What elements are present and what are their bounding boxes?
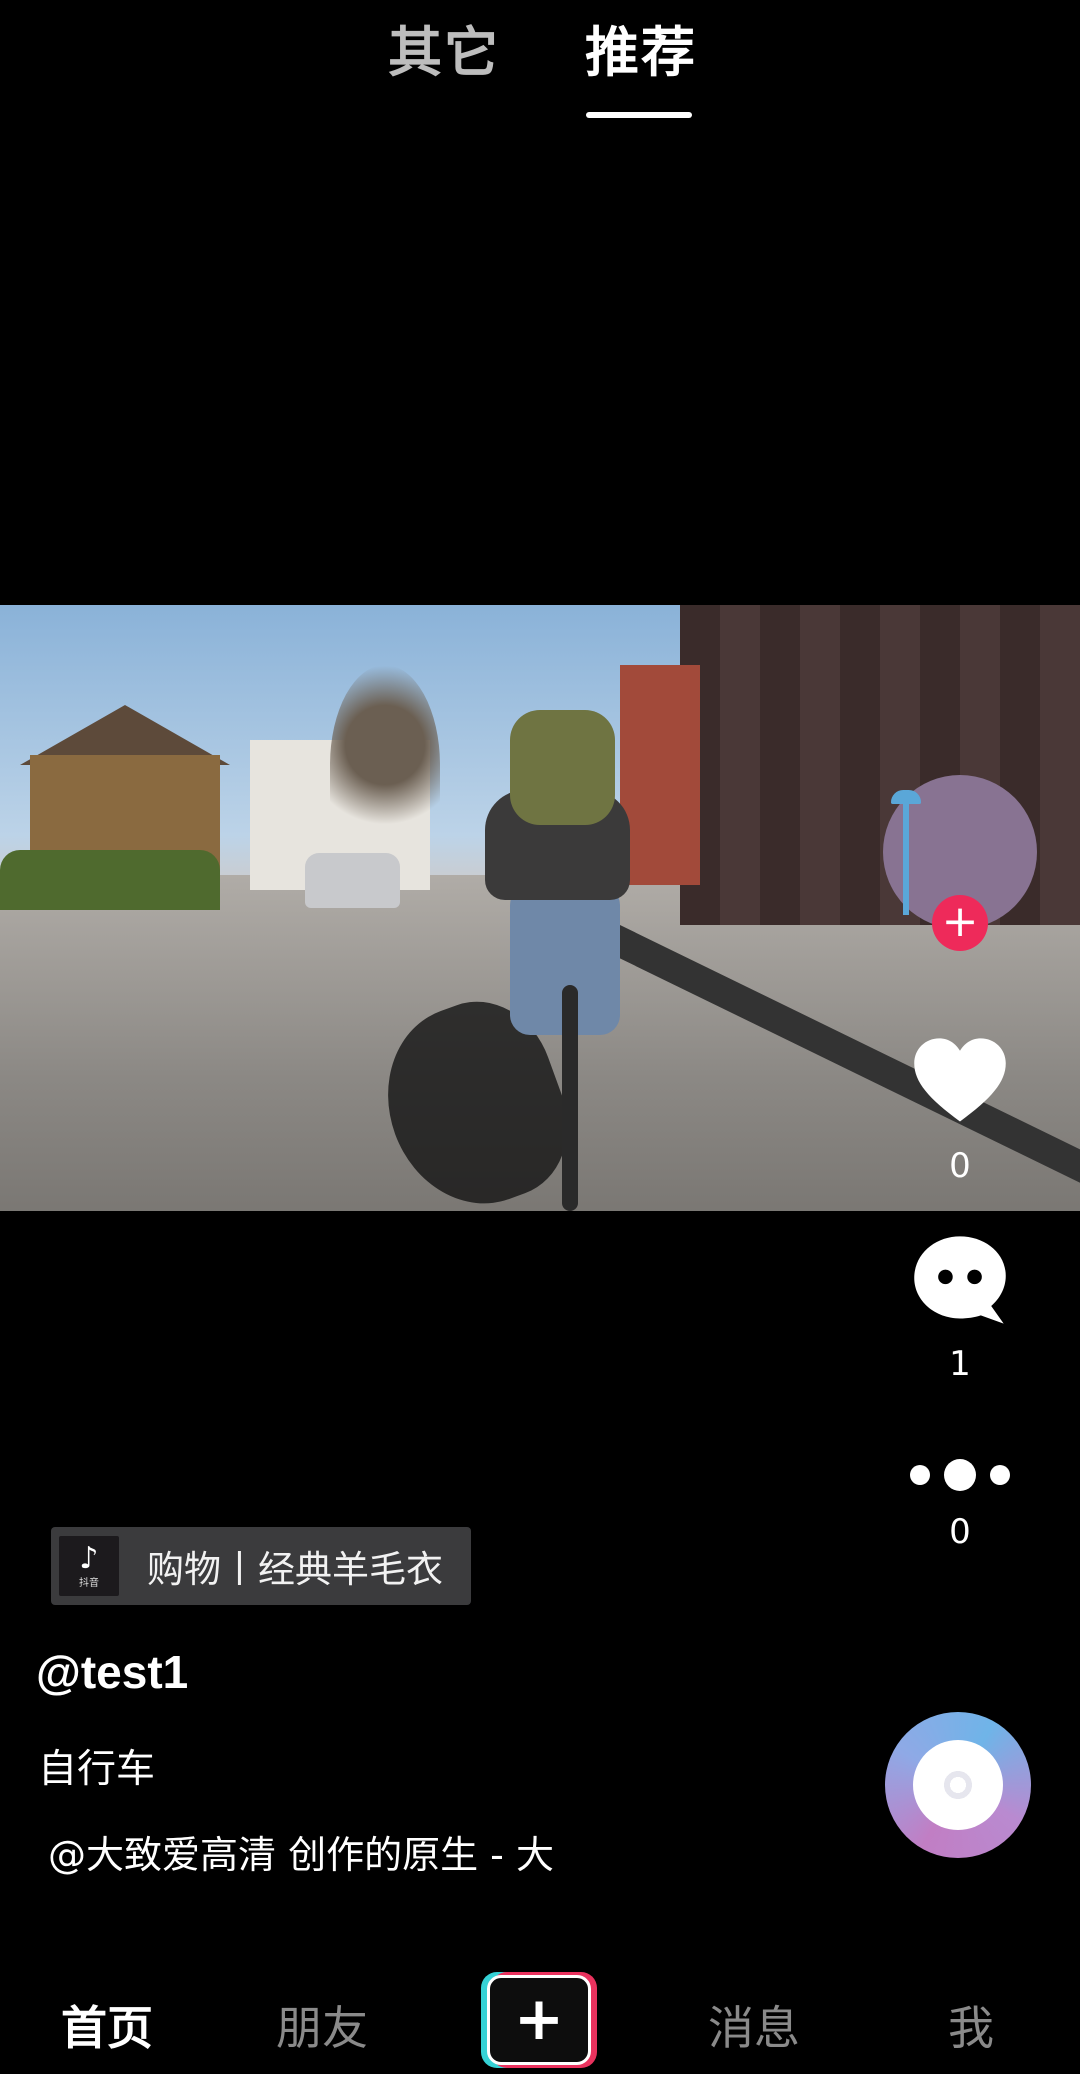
disc-center (913, 1740, 1003, 1830)
heart-icon (908, 1030, 1012, 1134)
nav-friends[interactable]: 朋友 (276, 1992, 368, 2058)
like-count: 0 (949, 1146, 971, 1186)
video-scene-bicycle (562, 985, 578, 1211)
add-video-button[interactable]: + (481, 1972, 597, 2068)
author-name[interactable]: @test1 (36, 1645, 188, 1699)
video-scene-tree (330, 665, 440, 865)
shopping-tag[interactable]: ♪ 抖音 购物丨经典羊毛衣 (51, 1527, 471, 1605)
comment-count: 1 (949, 1344, 971, 1384)
follow-button[interactable]: + (932, 895, 988, 951)
comment-button[interactable]: 1 (908, 1228, 1012, 1384)
comment-bubble-icon (908, 1228, 1012, 1332)
plus-icon: + (487, 1975, 591, 2065)
avatar-lamp-graphic (891, 790, 921, 804)
avatar-lamp-graphic (903, 795, 909, 915)
nav-home[interactable]: 首页 (61, 1992, 153, 2058)
nav-messages[interactable]: 消息 (708, 1992, 800, 2058)
share-button[interactable]: 0 (908, 1450, 1012, 1552)
video-scene-car (305, 853, 400, 908)
tiktok-logo-icon: ♪ 抖音 (59, 1536, 119, 1596)
video-caption: 自行车 (38, 1747, 156, 1792)
tab-recommended[interactable]: 推荐 (585, 8, 697, 87)
music-marquee[interactable]: @大致爱高清 创作的原生 - 大 (48, 1824, 578, 1879)
tab-other[interactable]: 其它 (388, 8, 500, 87)
video-scene-backpack (510, 710, 615, 825)
video-scene-building (620, 665, 700, 885)
top-tab-bar: 其它 推荐 (0, 0, 1080, 130)
shopping-tag-label: 购物丨经典羊毛衣 (147, 1548, 443, 1591)
bottom-nav: 首页 朋友 + 消息 我 (0, 1960, 1080, 2074)
active-tab-indicator (586, 112, 692, 118)
like-button[interactable]: 0 (908, 1030, 1012, 1186)
music-disc-icon[interactable] (885, 1712, 1031, 1858)
logo-text: 抖音 (79, 1577, 99, 1589)
nav-me[interactable]: 我 (948, 1992, 994, 2058)
share-count: 0 (949, 1512, 971, 1552)
video-scene-hedge (0, 850, 220, 910)
more-dots-icon (908, 1450, 1012, 1500)
